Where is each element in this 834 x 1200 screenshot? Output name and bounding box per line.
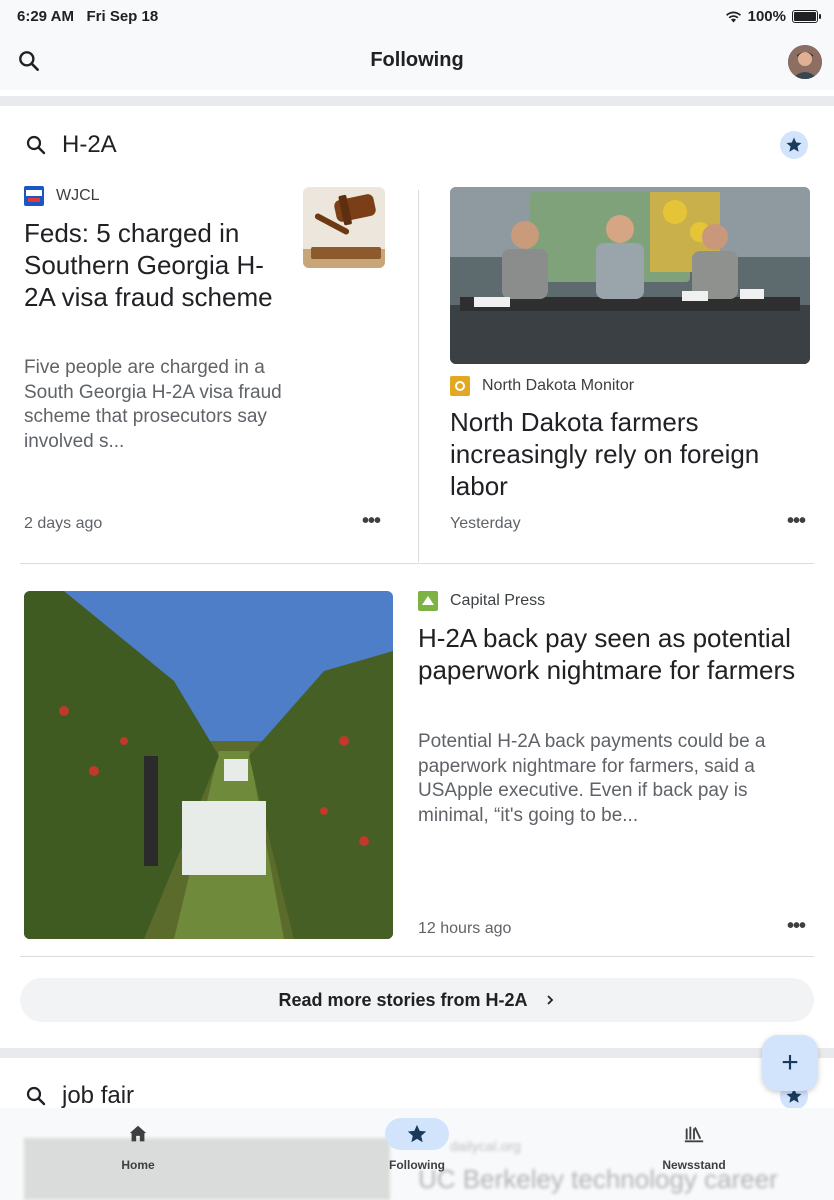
- page-title: Following: [370, 49, 464, 71]
- nav-pill-active: [385, 1118, 449, 1150]
- home-icon: [129, 1125, 147, 1142]
- nav-pill: [106, 1118, 170, 1150]
- apple-orchard-photo: [24, 591, 393, 939]
- search-icon: [26, 1086, 46, 1106]
- battery-fill: [794, 12, 816, 21]
- section-divider: [0, 1048, 834, 1058]
- article-image[interactable]: [450, 187, 810, 364]
- article-thumbnail[interactable]: [303, 187, 385, 268]
- battery-icon: [792, 10, 821, 23]
- read-more-button[interactable]: Read more stories from H-2A: [20, 978, 814, 1022]
- nav-pill: [662, 1118, 726, 1150]
- article-headline[interactable]: Feds: 5 charged in Southern Georgia H-2A…: [24, 217, 284, 313]
- panel-discussion-photo: [450, 187, 810, 364]
- nav-label: Newsstand: [662, 1158, 726, 1172]
- wifi-icon: [725, 11, 741, 23]
- star-icon: [407, 1124, 427, 1143]
- source-name: North Dakota Monitor: [482, 377, 635, 394]
- column-divider: [418, 190, 419, 562]
- article-headline[interactable]: H-2A back pay seen as potential paperwor…: [418, 622, 814, 686]
- status-date: Fri Sep 18: [86, 8, 159, 25]
- status-clock: 6:29 AM: [17, 8, 74, 25]
- nav-following[interactable]: Following: [347, 1118, 487, 1172]
- row-divider: [20, 956, 814, 957]
- battery-percent: 100%: [747, 8, 786, 25]
- source-name: Capital Press: [450, 592, 546, 609]
- more-options-button[interactable]: •••: [362, 510, 381, 533]
- wjcl-logo-icon: [24, 186, 44, 206]
- article-source[interactable]: Capital Press: [418, 591, 545, 611]
- topic-header-job-fair[interactable]: job fair: [24, 1081, 134, 1111]
- more-options-button[interactable]: •••: [787, 510, 806, 533]
- top-app-bar: Following: [0, 34, 834, 90]
- chevron-right-icon: [546, 995, 553, 1005]
- status-right: 100%: [725, 8, 821, 25]
- follow-star-button[interactable]: [780, 131, 808, 159]
- north-dakota-monitor-logo-icon: [450, 376, 470, 396]
- article-time: 12 hours ago: [418, 920, 512, 937]
- avatar-image: [788, 45, 822, 79]
- article-image[interactable]: [24, 591, 393, 939]
- avatar[interactable]: [788, 45, 822, 79]
- source-name: WJCL: [56, 187, 100, 204]
- nav-newsstand[interactable]: Newsstand: [624, 1118, 764, 1172]
- status-bar: 6:29 AM Fri Sep 18 100%: [0, 0, 834, 34]
- plus-icon: +: [781, 1046, 799, 1079]
- add-topic-button[interactable]: +: [762, 1035, 818, 1091]
- nav-label: Home: [121, 1158, 155, 1172]
- bottom-navigation: dailycal.org UC Berkeley technology care…: [0, 1108, 834, 1200]
- status-time: 6:29 AM Fri Sep 18: [17, 8, 158, 25]
- gavel-thumbnail-image: [303, 187, 385, 268]
- section-divider: [0, 96, 834, 106]
- read-more-label: Read more stories from H-2A: [278, 989, 528, 1010]
- article-headline[interactable]: North Dakota farmers increasingly rely o…: [450, 406, 810, 502]
- article-snippet: Potential H-2A back payments could be a …: [418, 731, 766, 826]
- more-options-button[interactable]: •••: [787, 915, 806, 938]
- article-snippet: Five people are charged in a South Georg…: [24, 357, 282, 452]
- article-time: 2 days ago: [24, 515, 103, 532]
- capital-press-logo-icon: [418, 591, 438, 611]
- article-time: Yesterday: [450, 515, 521, 532]
- search-icon: [26, 135, 46, 155]
- topic-title: job fair: [62, 1082, 135, 1109]
- article-source[interactable]: WJCL: [24, 186, 100, 206]
- row-divider: [20, 563, 814, 564]
- nav-home[interactable]: Home: [68, 1118, 208, 1172]
- nav-label: Following: [389, 1158, 445, 1172]
- article-source[interactable]: North Dakota Monitor: [450, 376, 634, 396]
- topic-title: H-2A: [62, 131, 117, 158]
- newsstand-icon: [684, 1126, 704, 1143]
- topic-header-h2a[interactable]: H-2A: [24, 130, 117, 160]
- star-icon: [786, 137, 802, 152]
